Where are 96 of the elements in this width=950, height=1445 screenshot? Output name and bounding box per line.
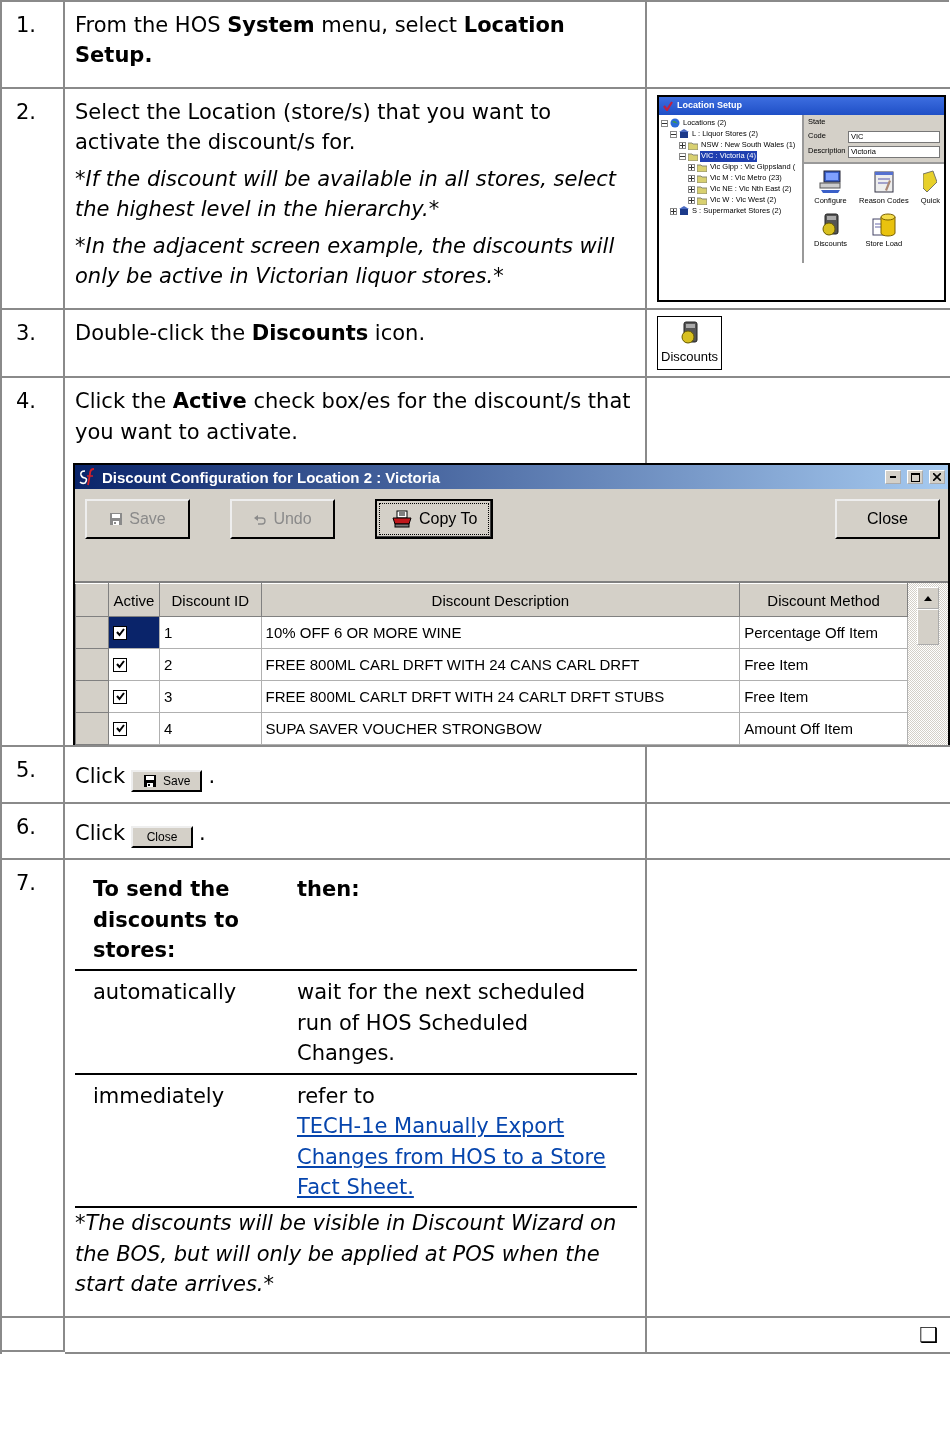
step-text: Click bbox=[75, 763, 126, 791]
close-button[interactable] bbox=[929, 470, 945, 485]
discounts-tile[interactable]: Discounts bbox=[657, 315, 723, 371]
calculator-coin-icon bbox=[679, 320, 700, 345]
database-document-icon bbox=[870, 212, 897, 237]
minimize-icon bbox=[890, 476, 896, 479]
table-cell: 4 bbox=[159, 712, 262, 745]
scrollbar[interactable] bbox=[908, 583, 948, 746]
step-text: Click the Active check box/es for the discount/s that you want to activate. bbox=[75, 388, 632, 446]
calculator-coin-icon bbox=[820, 212, 841, 237]
table-cell: Free Item bbox=[739, 680, 908, 713]
plus-icon bbox=[680, 142, 685, 148]
maximize-icon bbox=[910, 472, 920, 482]
checkmark-icon bbox=[115, 692, 125, 702]
step-text: Select the Location (store/s) that you want to activate the discount/s for. bbox=[75, 98, 553, 157]
close-icon bbox=[933, 473, 941, 482]
table-cell: 2 bbox=[159, 648, 262, 681]
punctuation: . bbox=[199, 819, 206, 847]
table-cell: 10% OFF 6 OR MORE WINE bbox=[261, 616, 740, 649]
punctuation: . bbox=[208, 763, 216, 791]
step-number: 3. bbox=[16, 320, 37, 345]
expand-toggle[interactable] bbox=[670, 207, 677, 215]
note-text: *In the adjacent screen example, the discounts will only be active in Victorian liquor stores.* bbox=[75, 232, 616, 291]
form-icon bbox=[871, 169, 896, 194]
column-header[interactable]: Active bbox=[108, 583, 160, 617]
table-cell: 3 bbox=[159, 680, 262, 713]
action-text: wait for the next scheduled run of HOS Scheduled Changes. bbox=[297, 979, 587, 1068]
step-number: 2. bbox=[16, 99, 37, 124]
table-cell: Percentage Off Item bbox=[739, 616, 908, 649]
minus-icon bbox=[680, 153, 685, 159]
table-cell: FREE 800ML CARL DRFT WITH 24 CANS CARL DRFT bbox=[261, 648, 740, 681]
table-cell: 1 bbox=[159, 616, 262, 649]
window-button[interactable]: Close bbox=[835, 499, 940, 540]
step-text: Click bbox=[75, 819, 126, 847]
tag-icon bbox=[923, 169, 938, 194]
maximize-button[interactable] bbox=[907, 470, 923, 485]
plus-icon bbox=[689, 175, 694, 181]
active-checkbox[interactable] bbox=[113, 625, 127, 640]
plus-icon bbox=[671, 208, 676, 214]
fact-sheet-link[interactable]: TECH-1e Manually Export Changes from HOS to a Store Fact Sheet. bbox=[297, 1111, 627, 1203]
minimize-button[interactable] bbox=[885, 470, 901, 485]
column-header[interactable]: Discount ID bbox=[159, 583, 262, 617]
plus-icon bbox=[689, 164, 694, 170]
step-text: From the HOS System menu, select Location Setup. bbox=[75, 12, 566, 70]
column-heading: then: bbox=[297, 876, 361, 904]
computer-icon bbox=[817, 169, 844, 194]
column-heading: To send the discounts to stores: bbox=[93, 876, 240, 964]
collapse-toggle[interactable] bbox=[661, 119, 668, 127]
active-checkbox[interactable] bbox=[113, 689, 127, 704]
active-checkbox[interactable] bbox=[113, 721, 127, 736]
step-number: 5. bbox=[16, 758, 37, 783]
undo-arrow-icon bbox=[253, 513, 268, 526]
check-logo-icon bbox=[663, 100, 673, 111]
plus-icon bbox=[689, 197, 694, 203]
up-arrow-icon bbox=[924, 595, 932, 601]
action-text: refer to bbox=[297, 1083, 375, 1108]
expand-toggle[interactable] bbox=[688, 163, 695, 171]
sf-logo-icon bbox=[78, 468, 96, 487]
printer-icon bbox=[391, 510, 413, 529]
note-text: *The discounts will be visible in Discount Wizard on the BOS, but will only be applied at POS when the start date arrives.* bbox=[75, 1210, 618, 1299]
collapse-toggle[interactable] bbox=[679, 152, 686, 160]
checkmark-icon bbox=[115, 628, 125, 638]
checkmark-icon bbox=[115, 724, 125, 734]
active-checkbox[interactable] bbox=[113, 657, 127, 672]
checkmark-icon bbox=[115, 660, 125, 670]
note-text: *If the discount will be available in all stores, select the highest level in the hierarchy.* bbox=[75, 165, 618, 224]
window-title: Location Setup bbox=[677, 99, 742, 113]
step-text: Double-click the Discounts icon. bbox=[75, 319, 427, 347]
table-cell: SUPA SAVER VOUCHER STRONGBOW bbox=[261, 712, 740, 745]
plus-icon bbox=[689, 186, 694, 192]
window-button[interactable]: Save bbox=[131, 769, 203, 792]
tile-label: Discounts bbox=[661, 347, 719, 366]
expand-toggle[interactable] bbox=[688, 196, 695, 204]
condition-text: automatically bbox=[93, 979, 238, 1007]
column-header[interactable]: Discount Description bbox=[261, 583, 740, 617]
scroll-thumb[interactable] bbox=[917, 609, 939, 646]
expand-toggle[interactable] bbox=[688, 185, 695, 193]
checkbox-glyph: ❑ bbox=[919, 1321, 938, 1349]
window-title: Discount Configuration for Location 2 : Victoria bbox=[102, 468, 442, 486]
condition-text: immediately bbox=[93, 1082, 226, 1110]
expand-toggle[interactable] bbox=[679, 141, 686, 149]
window-button[interactable]: Close bbox=[131, 826, 194, 849]
step-number: 7. bbox=[16, 871, 37, 896]
globe-icon bbox=[670, 118, 680, 129]
store-icon bbox=[679, 129, 689, 140]
collapse-toggle[interactable] bbox=[670, 130, 677, 138]
store-icon bbox=[679, 206, 689, 217]
window-button[interactable]: Copy To bbox=[375, 499, 494, 540]
expand-toggle[interactable] bbox=[688, 174, 695, 182]
step-number: 6. bbox=[16, 814, 37, 839]
table-cell: FREE 800ML CARLT DRFT WITH 24 CARLT DRFT STUBS bbox=[261, 680, 740, 713]
column-header[interactable]: Discount Method bbox=[739, 583, 908, 617]
step-number: 4. bbox=[16, 389, 37, 414]
table-cell: Amount Off Item bbox=[739, 712, 908, 745]
table-cell: Free Item bbox=[739, 648, 908, 681]
step-number: 1. bbox=[16, 13, 37, 37]
